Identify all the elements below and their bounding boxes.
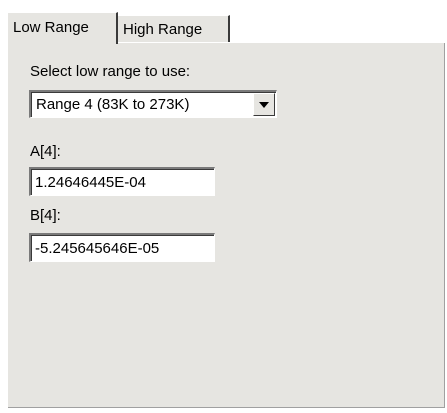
tab-low-range[interactable]: Low Range xyxy=(7,12,118,44)
tab-low-range-label: Low Range xyxy=(13,19,89,36)
select-low-range-label: Select low range to use: xyxy=(30,63,191,80)
tab-high-range-label: High Range xyxy=(123,21,203,38)
tab-high-range[interactable]: High Range xyxy=(118,15,230,42)
chevron-down-icon xyxy=(259,102,269,108)
a-coefficient-field[interactable] xyxy=(29,167,215,196)
low-range-dropdown-button[interactable] xyxy=(253,93,275,116)
a-coefficient-label: A[4]: xyxy=(30,143,61,160)
b-coefficient-field[interactable] xyxy=(29,233,215,262)
low-range-select-value: Range 4 (83K to 273K) xyxy=(36,96,190,113)
b-coefficient-label: B[4]: xyxy=(30,207,61,224)
low-range-select[interactable]: Range 4 (83K to 273K) xyxy=(29,90,277,118)
